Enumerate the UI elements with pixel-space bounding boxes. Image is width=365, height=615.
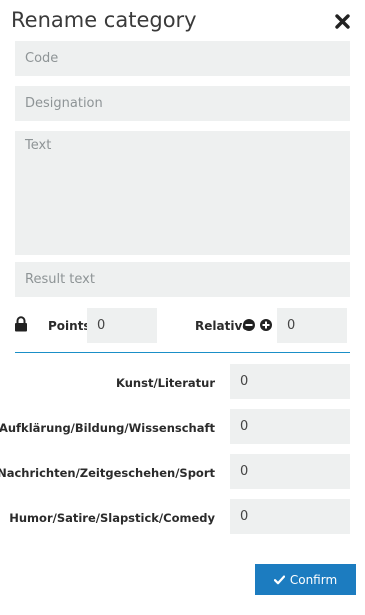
confirm-label: Confirm: [289, 572, 338, 587]
category-input-nachrichten[interactable]: [230, 454, 350, 489]
increment-button[interactable]: [260, 319, 272, 331]
close-button[interactable]: [333, 12, 351, 30]
minus-circle-icon: [245, 324, 253, 326]
relative-input[interactable]: [277, 308, 347, 343]
check-icon: [273, 575, 285, 584]
category-label-kunst: Kunst/Literatur: [116, 376, 215, 390]
divider: [15, 352, 350, 353]
category-label-nachrichten: Nachrichten/Zeitgeschehen/Sport: [0, 466, 215, 480]
result-text-input[interactable]: [15, 262, 350, 297]
code-input[interactable]: [15, 41, 350, 76]
lock-icon[interactable]: [14, 316, 28, 332]
points-input[interactable]: [87, 308, 157, 343]
designation-input[interactable]: [15, 86, 350, 121]
points-label: Points: [48, 319, 91, 333]
plus-circle-icon: [262, 321, 270, 329]
category-label-humor: Humor/Satire/Slapstick/Comedy: [9, 511, 215, 525]
close-icon: [334, 13, 350, 29]
category-input-humor[interactable]: [230, 499, 350, 534]
dialog-title: Rename category: [11, 8, 197, 32]
category-input-kunst[interactable]: [230, 364, 350, 399]
category-label-aufklaerung: Aufklärung/Bildung/Wissenschaft: [0, 421, 215, 435]
decrement-button[interactable]: [243, 319, 255, 331]
text-textarea[interactable]: [15, 131, 350, 255]
category-input-aufklaerung[interactable]: [230, 409, 350, 444]
confirm-button[interactable]: Confirm: [255, 564, 356, 595]
